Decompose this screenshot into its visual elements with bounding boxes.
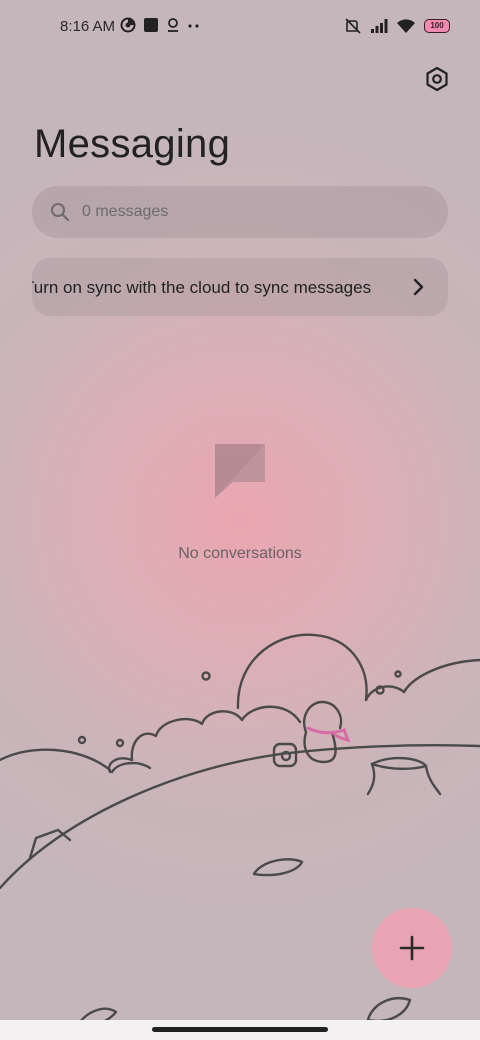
status-bar: 8:16 AM 100 <box>0 0 480 56</box>
mute-vibrate-icon <box>345 18 361 34</box>
signal-icon <box>371 19 388 33</box>
plus-icon <box>399 935 425 961</box>
cloud-sync-text: Turn on sync with the cloud to sync mess… <box>32 278 372 297</box>
status-left-icons <box>120 17 201 33</box>
battery-level: 100 <box>430 21 444 30</box>
search-icon <box>51 203 70 222</box>
chat-bubble-icon <box>215 444 265 498</box>
navigation-bar <box>0 1020 480 1040</box>
chevron-right-icon <box>413 278 424 296</box>
empty-state-text: No conversations <box>178 545 302 562</box>
location-pin-icon <box>168 18 178 32</box>
wifi-icon <box>397 19 415 33</box>
home-gesture-handle[interactable] <box>152 1027 328 1032</box>
battery-icon: 100 <box>424 19 450 33</box>
settings-hexagon-icon <box>426 66 448 92</box>
data-saver-icon <box>120 17 136 33</box>
page-title: Messaging <box>34 122 231 166</box>
square-app-icon <box>144 18 158 32</box>
search-placeholder: 0 messages <box>82 203 169 220</box>
status-right-icons: 100 <box>344 17 450 35</box>
new-conversation-button[interactable] <box>372 908 452 988</box>
cloud-sync-banner[interactable]: Turn on sync with the cloud to sync mess… <box>32 258 448 316</box>
settings-button[interactable] <box>420 62 454 96</box>
more-dots-icon <box>188 24 199 28</box>
search-input[interactable]: 0 messages <box>32 186 448 238</box>
status-time: 8:16 AM <box>60 18 116 35</box>
